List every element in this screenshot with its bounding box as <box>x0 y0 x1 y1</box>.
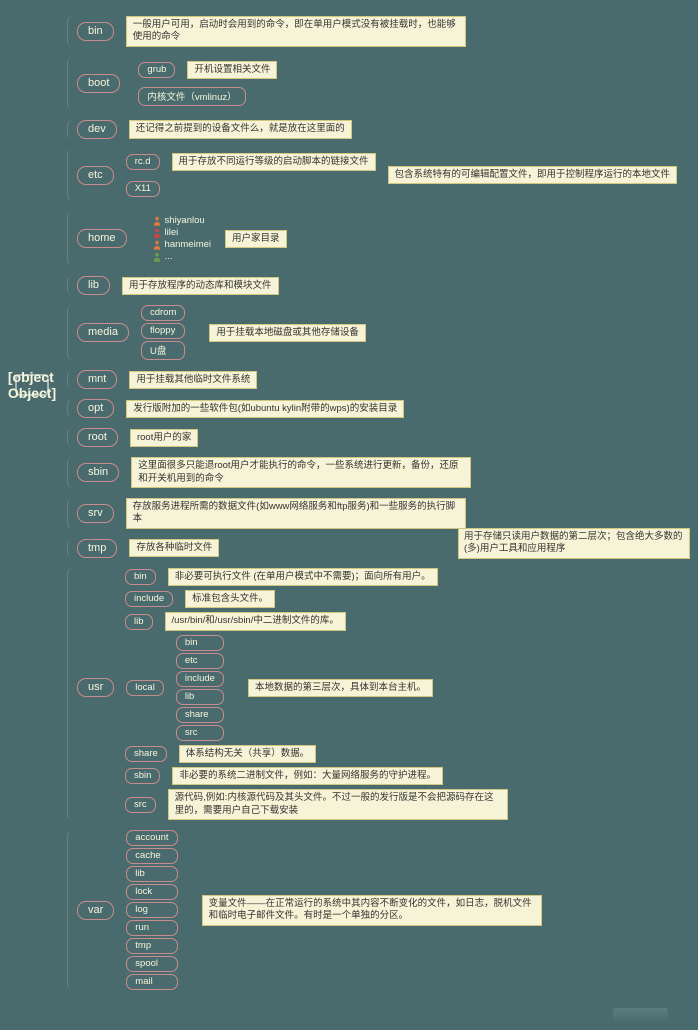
node-kernel[interactable]: 内核文件（vmlinuz） <box>138 87 245 106</box>
node-usr-lib[interactable]: lib <box>125 614 153 630</box>
desc-usr-include: 标准包含头文件。 <box>185 590 275 608</box>
desc-sbin: 这里面很多只能退root用户才能执行的命令，一些系统进行更新，备份，还原和开关机… <box>131 457 471 488</box>
node-local-etc[interactable]: etc <box>176 653 224 669</box>
desc-usr-src: 源代码,例如:内核源代码及其头文件。不过一般的发行版是不会把源码存在这里的，需要… <box>168 789 508 820</box>
node-etc[interactable]: etc <box>77 166 114 185</box>
section-var: var account cache lib lock log run tmp s… <box>77 830 698 990</box>
desc-usr-right: 用于存储只读用户数据的第二层次；包含绝大多数的(多)用户工具和应用程序 <box>458 528 690 559</box>
user-hanmeimei: hanmeimei <box>153 239 211 250</box>
node-var-log[interactable]: log <box>126 902 177 918</box>
node-usr-share[interactable]: share <box>125 746 167 762</box>
user-more: ... <box>153 251 211 262</box>
node-local-share[interactable]: share <box>176 707 224 723</box>
section-etc: etc rc.d 用于存放不同运行等级的启动脚本的链接文件 X11 包含系统特有… <box>77 149 698 201</box>
node-opt[interactable]: opt <box>77 399 114 418</box>
desc-mnt: 用于挂载其他临时文件系统 <box>129 371 257 389</box>
user-label: lilei <box>165 227 179 238</box>
node-usr-src[interactable]: src <box>125 797 156 813</box>
desc-home: 用户家目录 <box>225 230 287 248</box>
section-opt: opt 发行版附加的一些软件包(如ubuntu kylin附带的wps)的安装目… <box>77 399 698 418</box>
node-var-lib[interactable]: lib <box>126 866 177 882</box>
section-lib: lib 用于存放程序的动态库和模块文件 <box>77 276 698 295</box>
node-local-lib[interactable]: lib <box>176 689 224 705</box>
node-sbin[interactable]: sbin <box>77 463 119 482</box>
person-icon <box>153 240 161 250</box>
node-grub[interactable]: grub <box>138 62 175 78</box>
desc-srv: 存放服务进程所需的数据文件(如www网络服务和ftp服务)和一些服务的执行脚本 <box>126 498 466 529</box>
footer-tab <box>613 1008 668 1022</box>
node-tmp[interactable]: tmp <box>77 539 117 558</box>
node-var-tmp[interactable]: tmp <box>126 938 177 954</box>
node-x11[interactable]: X11 <box>126 181 160 197</box>
node-usr-bin[interactable]: bin <box>125 569 156 585</box>
node-var[interactable]: var <box>77 901 114 920</box>
section-boot: boot grub 开机设置相关文件 内核文件（vmlinuz） <box>77 57 698 110</box>
person-icon <box>153 252 161 262</box>
node-media[interactable]: media <box>77 323 129 342</box>
desc-usr-lib: /usr/bin/和/usr/sbin/中二进制文件的库。 <box>165 612 346 630</box>
node-usr-include[interactable]: include <box>125 591 173 607</box>
node-dev[interactable]: dev <box>77 120 117 139</box>
desc-tmp: 存放各种临时文件 <box>129 539 219 557</box>
section-media: media cdrom floppy U盘 用于挂载本地磁盘或其他存储设备 <box>77 305 698 360</box>
node-local-include[interactable]: include <box>176 671 224 687</box>
desc-media: 用于挂载本地磁盘或其他存储设备 <box>209 324 366 342</box>
desc-usr-share: 体系结构无关（共享）数据。 <box>179 745 317 763</box>
node-mnt[interactable]: mnt <box>77 370 117 389</box>
desc-var: 变量文件——在正常运行的系统中其内容不断变化的文件，如日志，脱机文件和临时电子邮… <box>202 895 542 926</box>
user-shiyanlou: shiyanlou <box>153 215 211 226</box>
node-usr-local[interactable]: local <box>126 680 164 696</box>
section-mnt: mnt 用于挂载其他临时文件系统 <box>77 370 698 389</box>
section-usr: bin 非必要可执行文件 (在单用户模式中不需要)；面向所有用户。 includ… <box>77 568 698 820</box>
node-lib[interactable]: lib <box>77 276 110 295</box>
desc-dev: 还记得之前提到的设备文件么，就是放在这里面的 <box>129 120 352 138</box>
desc-grub: 开机设置相关文件 <box>187 61 277 79</box>
desc-etc-right: 包含系统特有的可编辑配置文件，即用于控制程序运行的本地文件 <box>388 166 678 184</box>
node-var-lock[interactable]: lock <box>126 884 177 900</box>
desc-rootdir: root用户的家 <box>130 429 198 447</box>
node-udisk[interactable]: U盘 <box>141 341 185 360</box>
node-local-bin[interactable]: bin <box>176 635 224 651</box>
node-bin[interactable]: bin <box>77 22 114 41</box>
desc-lib: 用于存放程序的动态库和模块文件 <box>122 277 279 295</box>
node-rcd[interactable]: rc.d <box>126 154 160 170</box>
person-icon <box>153 216 161 226</box>
desc-usr-local: 本地数据的第三层次，具体到本台主机。 <box>248 679 433 697</box>
desc-rcd: 用于存放不同运行等级的启动脚本的链接文件 <box>172 153 376 171</box>
node-boot[interactable]: boot <box>77 74 120 93</box>
desc-usr-bin: 非必要可执行文件 (在单用户模式中不需要)；面向所有用户。 <box>168 568 438 586</box>
section-home: home shiyanlou lilei hanmeimei ... <box>77 211 698 266</box>
desc-opt: 发行版附加的一些软件包(如ubuntu kylin附带的wps)的安装目录 <box>126 400 404 418</box>
node-local-src[interactable]: src <box>176 725 224 741</box>
node-var-account[interactable]: account <box>126 830 177 846</box>
node-usr-sbin[interactable]: sbin <box>125 768 160 784</box>
desc-bin: 一般用户可用，启动时会用到的命令，即在单用户模式没有被挂载时，也能够使用的命令 <box>126 16 466 47</box>
section-srv: srv 存放服务进程所需的数据文件(如www网络服务和ftp服务)和一些服务的执… <box>77 498 698 529</box>
root-node[interactable]: [object Object] <box>15 374 49 396</box>
node-var-cache[interactable]: cache <box>126 848 177 864</box>
node-var-spool[interactable]: spool <box>126 956 177 972</box>
user-label: shiyanlou <box>165 215 205 226</box>
node-floppy[interactable]: floppy <box>141 323 185 339</box>
section-root: root root用户的家 <box>77 428 698 447</box>
node-srv[interactable]: srv <box>77 504 114 523</box>
node-var-mail[interactable]: mail <box>126 974 177 990</box>
user-label: ... <box>165 251 173 262</box>
node-var-run[interactable]: run <box>126 920 177 936</box>
node-usr[interactable]: usr <box>77 678 114 697</box>
home-user-list: shiyanlou lilei hanmeimei ... <box>147 211 217 266</box>
user-label: hanmeimei <box>165 239 211 250</box>
desc-usr-sbin: 非必要的系统二进制文件，例如：大量网络服务的守护进程。 <box>172 767 443 785</box>
node-rootdir[interactable]: root <box>77 428 118 447</box>
tree-container: bin 一般用户可用，启动时会用到的命令，即在单用户模式没有被挂载时，也能够使用… <box>77 16 698 990</box>
node-home[interactable]: home <box>77 229 127 248</box>
user-lilei: lilei <box>153 227 211 238</box>
section-bin: bin 一般用户可用，启动时会用到的命令，即在单用户模式没有被挂载时，也能够使用… <box>77 16 698 47</box>
person-icon <box>153 228 161 238</box>
section-sbin: sbin 这里面很多只能退root用户才能执行的命令，一些系统进行更新，备份，还… <box>77 457 698 488</box>
node-cdrom[interactable]: cdrom <box>141 305 185 321</box>
section-dev: dev 还记得之前提到的设备文件么，就是放在这里面的 <box>77 120 698 139</box>
